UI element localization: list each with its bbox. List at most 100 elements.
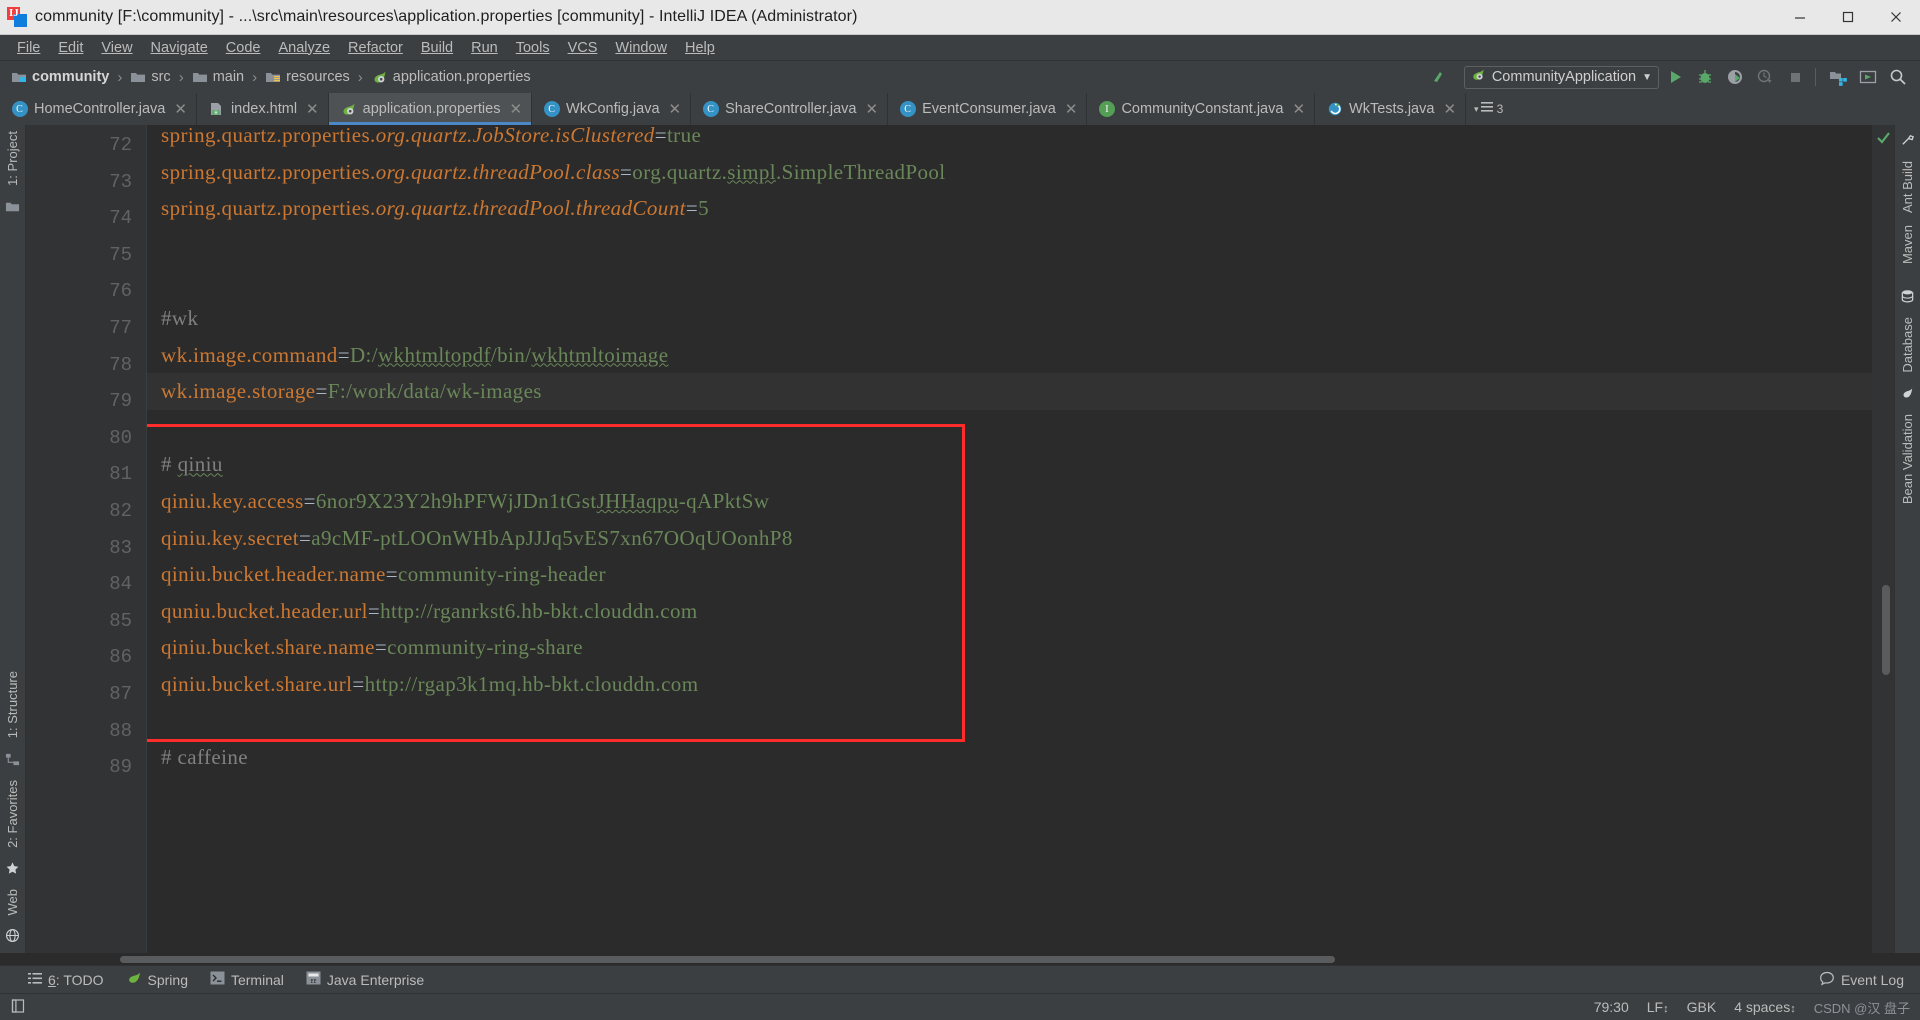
sidebar-item-ant-build[interactable]: Ant Build — [1900, 155, 1915, 219]
menu-tools[interactable]: Tools — [507, 38, 559, 58]
run-coverage-icon[interactable] — [1721, 64, 1749, 90]
run-icon[interactable] — [1661, 64, 1689, 90]
bean-validation-icon[interactable] — [1900, 386, 1915, 401]
breadcrumb-item-resources[interactable]: resources — [262, 68, 353, 86]
project-structure-icon[interactable] — [1824, 64, 1852, 90]
vertical-scrollbar-thumb[interactable] — [1882, 585, 1890, 675]
menu-code[interactable]: Code — [217, 38, 270, 58]
close-tab-icon[interactable]: ✕ — [1443, 100, 1456, 118]
inspection-ok-icon[interactable] — [1876, 130, 1891, 150]
close-tab-icon[interactable]: ✕ — [509, 100, 522, 118]
horizontal-scrollbar-thumb[interactable] — [120, 956, 1335, 963]
spring-tool-window-button[interactable]: Spring — [126, 971, 188, 988]
menu-window[interactable]: Window — [606, 38, 676, 58]
editor-gutter[interactable]: 72 73 74 75 76 77 78 79 80 81 82 83 84 8… — [26, 125, 146, 953]
editor-tab-homecontroller[interactable]: C HomeController.java ✕ — [0, 93, 197, 125]
sidebar-item-structure-label[interactable]: 1: Structure — [5, 665, 20, 744]
menu-analyze[interactable]: Analyze — [269, 38, 339, 58]
editor-tab-communityconstant[interactable]: I CommunityConstant.java ✕ — [1087, 93, 1315, 125]
indent-setting[interactable]: 4 spaces↕ — [1734, 999, 1796, 1015]
maximize-button[interactable] — [1824, 0, 1872, 35]
star-icon[interactable] — [5, 861, 20, 876]
menu-refactor[interactable]: Refactor — [339, 38, 412, 58]
search-everywhere-icon[interactable] — [1884, 64, 1912, 90]
profile-icon[interactable] — [1751, 64, 1779, 90]
code-line[interactable]: wk.image.storage=F:/work/data/wk-images — [147, 373, 1872, 410]
globe-icon[interactable] — [5, 928, 20, 943]
editor-text-area[interactable]: spring.quartz.properties.org.quartz.JobS… — [146, 125, 1872, 953]
code-editor[interactable]: 72 73 74 75 76 77 78 79 80 81 82 83 84 8… — [26, 125, 1894, 953]
breadcrumb-item-main[interactable]: main — [189, 68, 247, 86]
select-opened-file-icon[interactable] — [1854, 64, 1882, 90]
code-line[interactable] — [147, 227, 1872, 264]
file-encoding[interactable]: GBK — [1687, 999, 1717, 1015]
editor-tab-eventconsumer[interactable]: C EventConsumer.java ✕ — [888, 93, 1087, 125]
sidebar-item-database[interactable]: Database — [1900, 311, 1915, 379]
menu-file[interactable]: File — [8, 38, 49, 58]
debug-icon[interactable] — [1691, 64, 1719, 90]
code-line[interactable] — [147, 410, 1872, 447]
close-tab-icon[interactable]: ✕ — [174, 100, 187, 118]
editor-tab-index-html[interactable]: H index.html ✕ — [197, 93, 329, 125]
sidebar-item-project[interactable]: 1: Project — [5, 125, 20, 192]
code-line[interactable]: # caffeine — [147, 739, 1872, 776]
code-line[interactable]: qiniu.bucket.share.url=http://rgap3k1mq.… — [147, 666, 1872, 703]
close-tab-icon[interactable]: ✕ — [306, 100, 319, 118]
code-line[interactable]: spring.quartz.properties.org.quartz.JobS… — [147, 125, 1872, 154]
sidebar-item-bean-validation[interactable]: Bean Validation — [1900, 408, 1915, 510]
close-tab-icon[interactable]: ✕ — [1292, 100, 1305, 118]
run-configuration-selector[interactable]: CommunityApplication ▼ — [1464, 66, 1659, 89]
editor-tab-application-properties[interactable]: application.properties ✕ — [329, 93, 532, 125]
close-button[interactable] — [1872, 0, 1920, 35]
terminal-tool-window-button[interactable]: Terminal — [210, 971, 284, 988]
database-icon[interactable] — [1900, 289, 1915, 304]
code-line[interactable]: qiniu.bucket.header.name=community-ring-… — [147, 556, 1872, 593]
editor-tab-wktests[interactable]: WkTests.java ✕ — [1315, 93, 1466, 125]
make-project-icon[interactable] — [1426, 64, 1454, 90]
todo-tool-window-button[interactable]: 6: TODO — [28, 972, 104, 988]
breadcrumb-item-application-properties[interactable]: application.properties — [368, 68, 534, 87]
chevron-down-icon[interactable]: ▼ — [1642, 72, 1652, 83]
code-line[interactable]: spring.quartz.properties.org.quartz.thre… — [147, 190, 1872, 227]
sidebar-item-web[interactable]: Web — [5, 883, 20, 922]
sidebar-item-maven[interactable]: Maven — [1900, 219, 1915, 282]
code-line[interactable]: #wk — [147, 300, 1872, 337]
close-tab-icon[interactable]: ✕ — [866, 100, 879, 118]
structure-icon[interactable] — [5, 752, 20, 767]
event-log-button[interactable]: Event Log — [1819, 971, 1920, 989]
code-line[interactable]: qiniu.key.secret=a9cMF-ptLOOnWHbApJJJq5v… — [147, 520, 1872, 557]
java-enterprise-tool-window-button[interactable]: EE Java Enterprise — [306, 971, 424, 988]
code-line[interactable]: qiniu.key.access=6nor9X23Y2h9hPFWjJDn1tG… — [147, 483, 1872, 520]
build-icon[interactable] — [1900, 133, 1915, 148]
code-line[interactable] — [147, 703, 1872, 740]
breadcrumb-item-src[interactable]: src — [127, 68, 173, 86]
code-line[interactable]: wk.image.command=D:/wkhtmltopdf/bin/wkht… — [147, 337, 1872, 374]
code-line[interactable]: # qiniu — [147, 446, 1872, 483]
stop-icon[interactable] — [1781, 64, 1809, 90]
breadcrumb-item-community[interactable]: community — [8, 68, 112, 86]
sidebar-item-favorites[interactable]: 2: Favorites — [5, 774, 20, 854]
hidden-tabs-button[interactable]: ▾ 3 — [1466, 93, 1511, 125]
menu-build[interactable]: Build — [412, 38, 462, 58]
minimize-button[interactable] — [1776, 0, 1824, 35]
menu-view[interactable]: View — [92, 38, 141, 58]
code-line[interactable] — [147, 263, 1872, 300]
code-line[interactable]: quniu.bucket.header.url=http://rganrkst6… — [147, 593, 1872, 630]
folder-icon[interactable] — [5, 199, 20, 214]
editor-tab-wkconfig[interactable]: C WkConfig.java ✕ — [532, 93, 691, 125]
menu-edit[interactable]: Edit — [49, 38, 92, 58]
horizontal-scrollbar[interactable] — [0, 953, 1920, 965]
hide-tool-windows-icon[interactable] — [10, 998, 26, 1017]
menu-vcs[interactable]: VCS — [559, 38, 607, 58]
code-line[interactable]: qiniu.bucket.share.name=community-ring-s… — [147, 629, 1872, 666]
close-tab-icon[interactable]: ✕ — [1065, 100, 1078, 118]
close-tab-icon[interactable]: ✕ — [669, 100, 682, 118]
code-line[interactable]: spring.quartz.properties.org.quartz.thre… — [147, 154, 1872, 191]
editor-tab-sharecontroller[interactable]: C ShareController.java ✕ — [691, 93, 888, 125]
menu-navigate[interactable]: Navigate — [142, 38, 217, 58]
menu-run[interactable]: Run — [462, 38, 507, 58]
line-separator[interactable]: LF↕ — [1647, 999, 1669, 1015]
editor-marker-strip[interactable] — [1872, 125, 1894, 953]
menu-help[interactable]: Help — [676, 38, 724, 58]
caret-position[interactable]: 79:30 — [1594, 999, 1629, 1015]
